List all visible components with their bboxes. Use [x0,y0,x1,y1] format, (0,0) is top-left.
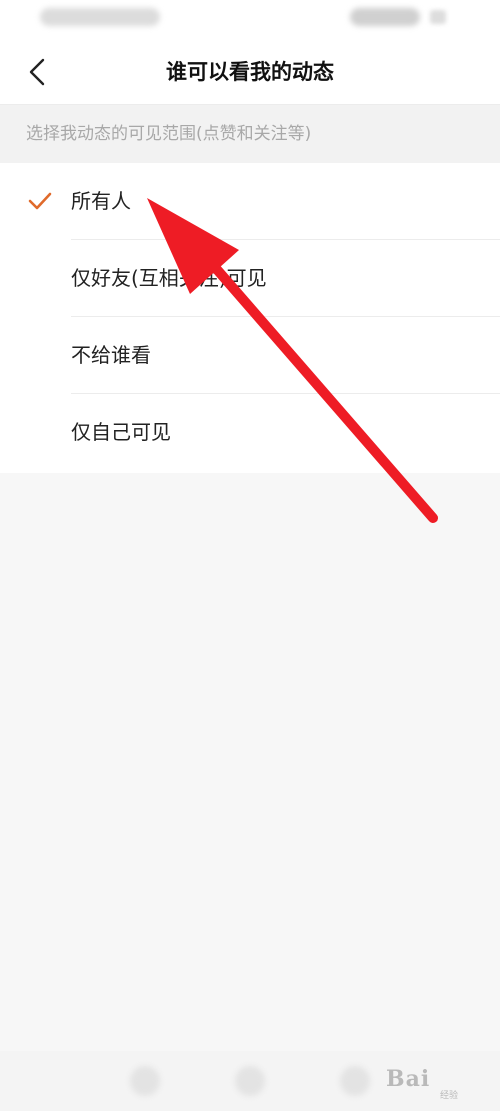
nav-icon [235,1066,265,1096]
nav-bar: 谁可以看我的动态 [0,40,500,105]
option-everyone[interactable]: 所有人 [0,163,500,240]
check-icon [28,192,52,210]
watermark-logo: Bai [386,1066,431,1092]
watermark-subtext: 经验 [440,1091,459,1101]
option-only-me[interactable]: 仅自己可见 [0,394,500,471]
option-label: 所有人 [71,189,131,213]
empty-content-area [0,473,500,1051]
status-bar [0,0,500,40]
option-hide-from[interactable]: 不给谁看 [0,317,500,394]
chevron-left-icon [29,58,45,86]
section-header: 选择我动态的可见范围(点赞和关注等) [0,105,500,163]
nav-icon [130,1066,160,1096]
option-label: 不给谁看 [71,343,151,367]
section-header-text: 选择我动态的可见范围(点赞和关注等) [26,124,312,144]
option-label: 仅好友(互相关注)可见 [71,266,267,290]
status-bar-right-info [350,8,420,26]
page-title: 谁可以看我的动态 [166,60,334,84]
back-button[interactable] [22,54,58,90]
visibility-options-list: 所有人 仅好友(互相关注)可见 不给谁看 仅自己可见 [0,163,500,473]
option-label: 仅自己可见 [71,420,171,444]
option-friends-only[interactable]: 仅好友(互相关注)可见 [0,240,500,317]
battery-icon [430,10,446,24]
nav-icon [340,1066,370,1096]
status-bar-left-info [40,8,160,26]
